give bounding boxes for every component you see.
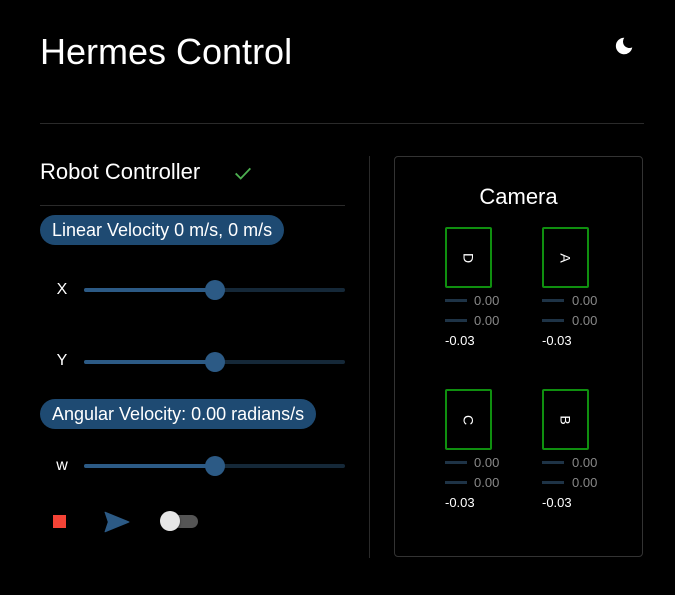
w-slider-label: w bbox=[56, 457, 68, 474]
wheel-speed: -0.03 bbox=[445, 495, 475, 510]
wheel-value: 0.00 bbox=[572, 455, 598, 470]
wheel-speed: -0.03 bbox=[542, 333, 572, 348]
wheel-speed: -0.03 bbox=[542, 495, 572, 510]
wheel-value: 0.00 bbox=[572, 293, 598, 308]
camera-title: Camera bbox=[479, 184, 558, 209]
controller-divider bbox=[40, 205, 345, 206]
wheel-bar bbox=[445, 299, 467, 302]
x-slider-label: X bbox=[56, 281, 68, 298]
toggle-thumb bbox=[160, 511, 180, 531]
wheel-value: 0.00 bbox=[572, 313, 598, 328]
wheel-label: A bbox=[557, 252, 574, 263]
theme-toggle-button[interactable] bbox=[610, 32, 638, 60]
wheel-bar bbox=[542, 299, 564, 302]
wheel-label: C bbox=[460, 414, 477, 425]
wheel-bar bbox=[445, 481, 467, 484]
header-divider bbox=[40, 123, 644, 124]
slider-track bbox=[84, 360, 215, 364]
wheel-value: 0.00 bbox=[474, 475, 500, 490]
controller-title: Robot Controller bbox=[40, 159, 201, 184]
wheel-label: D bbox=[460, 252, 477, 263]
wheel-value: 0.00 bbox=[474, 313, 500, 328]
wheel-a[interactable]: A bbox=[542, 227, 589, 288]
y-slider-label: Y bbox=[56, 352, 68, 369]
wheel-bar bbox=[445, 319, 467, 322]
stop-button[interactable] bbox=[53, 515, 66, 528]
wheel-d[interactable]: D bbox=[445, 227, 492, 288]
slider-thumb[interactable] bbox=[204, 352, 225, 372]
page-title: Hermes Control bbox=[40, 31, 293, 72]
slider-track bbox=[84, 464, 215, 468]
wheel-c[interactable]: C bbox=[445, 389, 492, 450]
angular-velocity-chip: Angular Velocity: 0.00 radians/s bbox=[40, 399, 317, 429]
wheel-bar bbox=[542, 481, 564, 484]
wheel-value: 0.00 bbox=[474, 293, 500, 308]
vertical-divider bbox=[369, 156, 370, 558]
wheel-bar bbox=[542, 461, 564, 464]
moon-icon bbox=[615, 37, 633, 55]
slider-thumb[interactable] bbox=[204, 280, 225, 300]
wheel-b[interactable]: B bbox=[542, 389, 589, 450]
w-angular-slider[interactable] bbox=[84, 456, 345, 476]
check-icon bbox=[235, 167, 251, 180]
wheel-speed: -0.03 bbox=[445, 333, 475, 348]
wheel-value: 0.00 bbox=[572, 475, 598, 490]
slider-track bbox=[84, 288, 215, 292]
wheel-label: B bbox=[557, 414, 574, 425]
send-icon[interactable] bbox=[104, 511, 130, 533]
x-velocity-slider[interactable] bbox=[84, 280, 345, 300]
slider-thumb[interactable] bbox=[204, 456, 225, 476]
wheel-bar bbox=[542, 319, 564, 322]
camera-panel bbox=[394, 156, 643, 557]
wheel-value: 0.00 bbox=[474, 455, 500, 470]
y-velocity-slider[interactable] bbox=[84, 352, 345, 372]
linear-velocity-chip: Linear Velocity 0 m/s, 0 m/s bbox=[40, 215, 285, 245]
wheel-bar bbox=[445, 461, 467, 464]
enable-toggle[interactable] bbox=[160, 510, 200, 532]
